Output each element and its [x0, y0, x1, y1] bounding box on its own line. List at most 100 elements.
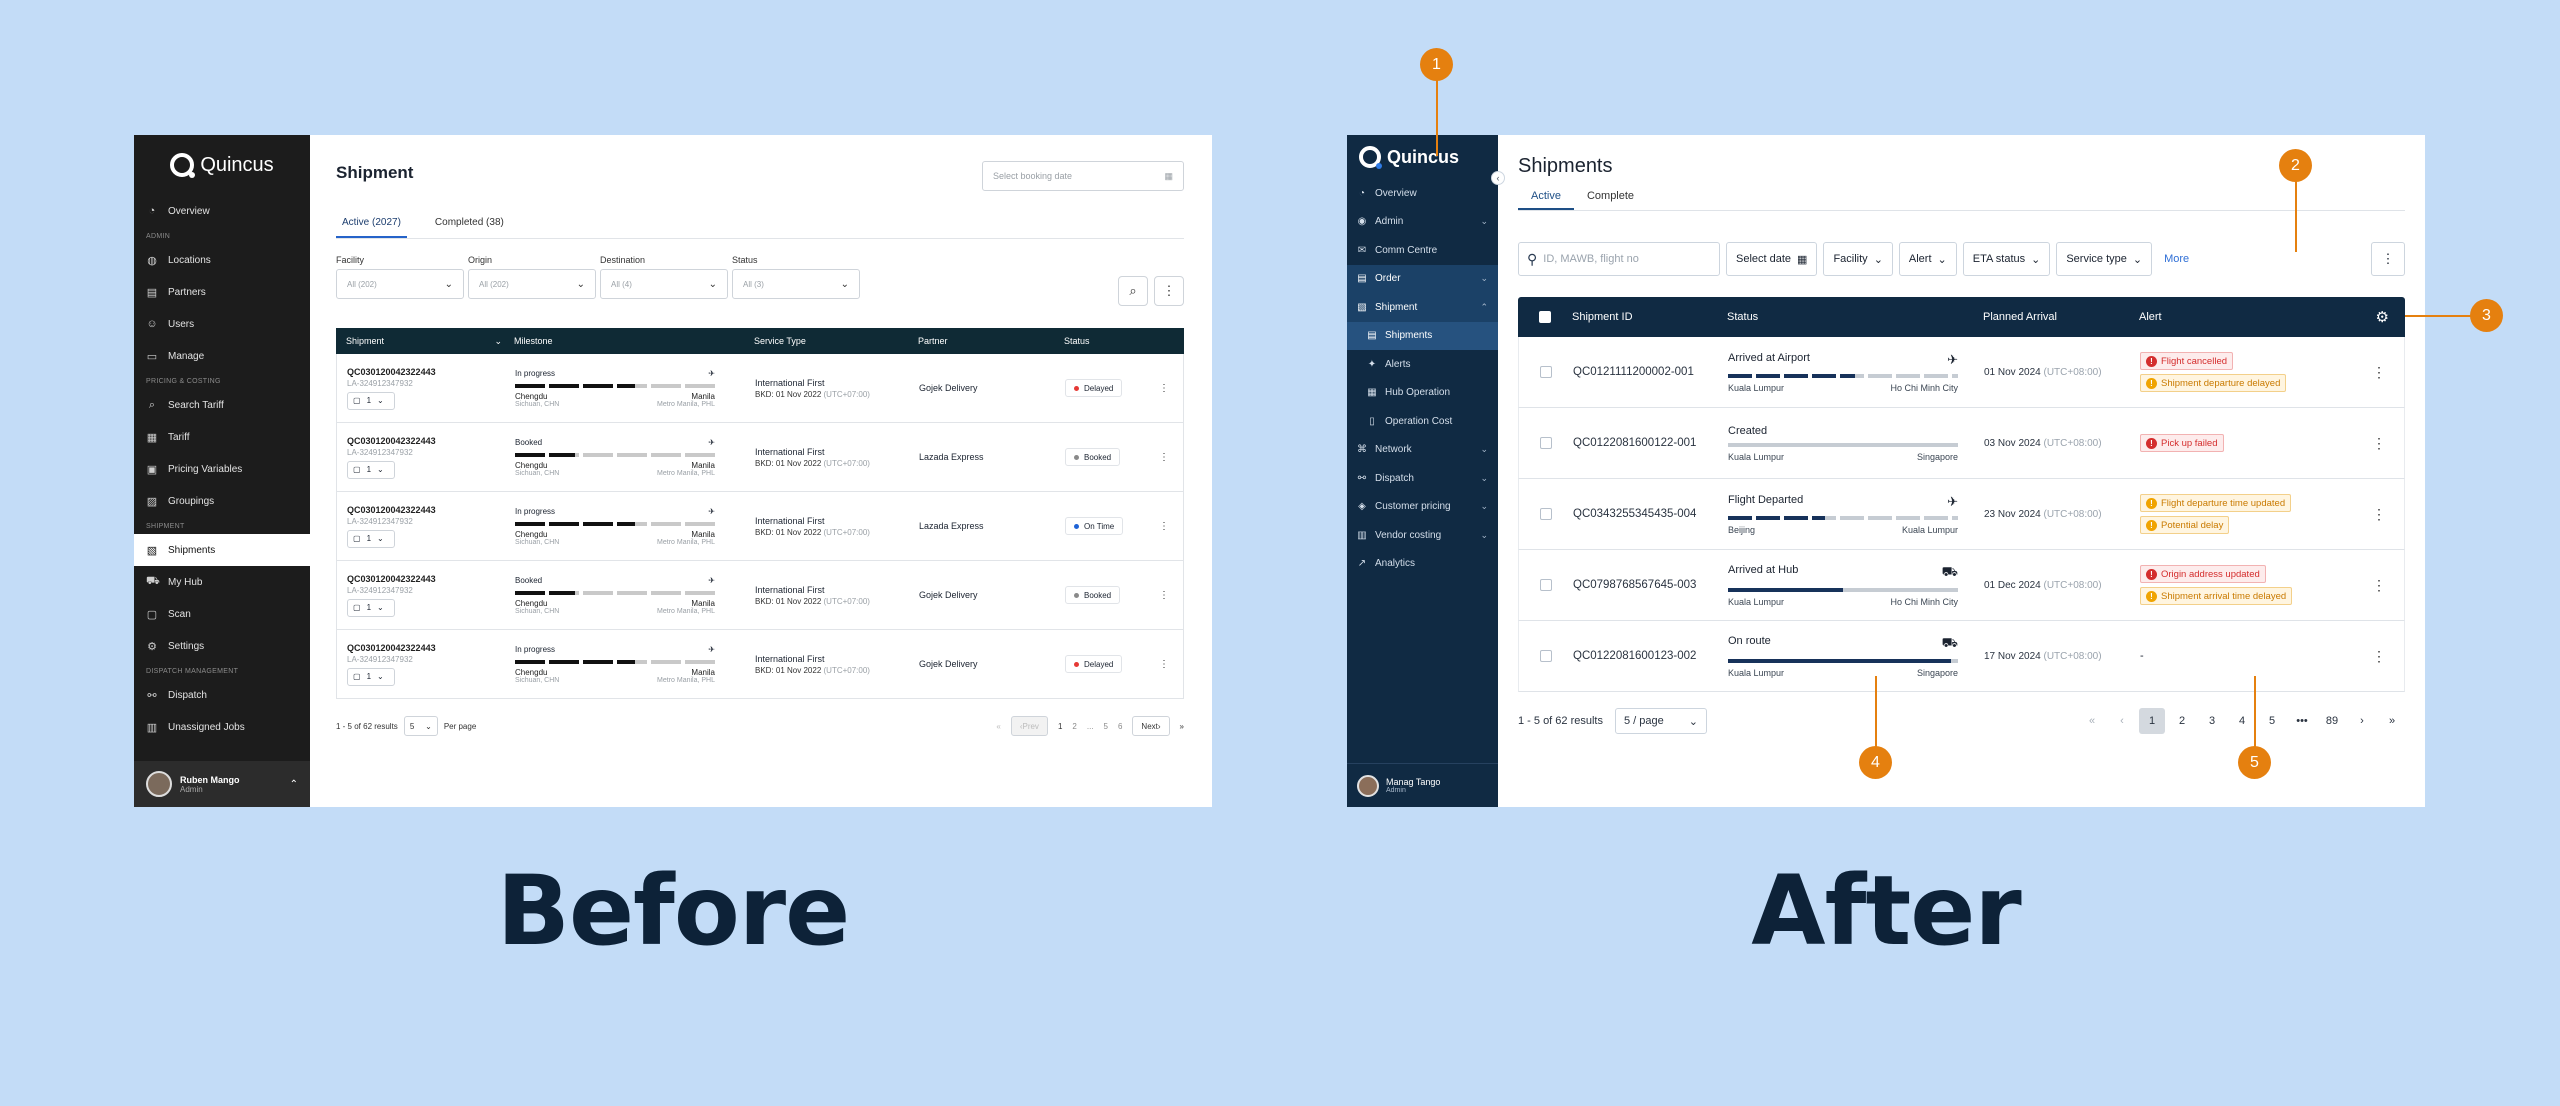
row-menu-icon[interactable]: ⋮ [2372, 577, 2386, 594]
row-checkbox[interactable] [1540, 437, 1552, 449]
per-page-select[interactable]: 5 ⌄ [403, 716, 438, 736]
select-all-checkbox[interactable] [1539, 311, 1551, 323]
row-checkbox[interactable] [1540, 508, 1552, 520]
page-number[interactable]: 2 [2169, 708, 2195, 734]
chevron-up-icon[interactable]: ⌃ [290, 779, 298, 790]
more-options-button[interactable]: ⋮ [1154, 276, 1184, 306]
quantity-select[interactable]: ▢ 1 ⌄ [347, 598, 395, 617]
prev-page-button[interactable]: ‹ Prev [1010, 716, 1048, 736]
filter-select[interactable]: All (202) ⌄ [336, 269, 464, 299]
row-menu-icon[interactable]: ⋮ [2372, 506, 2386, 523]
search-input[interactable]: ⚲ ID, MAWB, flight no [1518, 242, 1720, 276]
after-logo[interactable]: Quincus [1347, 135, 1498, 179]
sidebar-item[interactable]: ⚙ Settings [134, 630, 310, 662]
quantity-select[interactable]: ▢ 1 ⌄ [347, 391, 395, 410]
sidebar-item[interactable]: ✦ Alerts [1347, 350, 1498, 379]
quantity-select[interactable]: ▢ 1 ⌄ [347, 529, 395, 548]
row-checkbox[interactable] [1540, 579, 1552, 591]
table-row[interactable]: QC030120042322443 LA-324912347932 ▢ 1 ⌄ In… [336, 354, 1184, 423]
page-number[interactable]: 3 [2199, 708, 2225, 734]
table-row[interactable]: QC0343255345435-004 Flight Departed ✈ Bei… [1518, 479, 2405, 550]
row-checkbox[interactable] [1540, 650, 1552, 662]
page-number[interactable]: ... [1087, 722, 1094, 731]
table-row[interactable]: QC030120042322443 LA-324912347932 ▢ 1 ⌄ In… [336, 630, 1184, 699]
tab-active[interactable]: Active [1518, 187, 1574, 210]
table-row[interactable]: QC030120042322443 LA-324912347932 ▢ 1 ⌄ Bo… [336, 423, 1184, 492]
sidebar-item[interactable]: ⚯ Dispatch ⌄ [1347, 464, 1498, 493]
shipment-id[interactable]: QC0121111200002-001 [1573, 366, 1728, 378]
gear-icon[interactable]: ⚙ [2376, 308, 2389, 326]
sidebar-item[interactable]: ⚯ Dispatch [134, 679, 310, 711]
page-number[interactable]: 5 [1104, 722, 1108, 731]
sidebar-item[interactable]: ◔ Overview [1347, 179, 1498, 208]
after-user-profile[interactable]: Manag Tango Admin [1347, 763, 1498, 807]
service-type-filter[interactable]: Service type ⌄ [2056, 242, 2153, 276]
page-number[interactable]: 2 [1072, 722, 1076, 731]
sidebar-item[interactable]: ▣ Pricing Variables [134, 453, 310, 485]
sidebar-item[interactable]: ▢ Scan [134, 598, 310, 630]
sidebar-item[interactable]: ▤ Order ⌄ [1347, 264, 1498, 293]
row-checkbox[interactable] [1540, 366, 1552, 378]
sidebar-item[interactable]: ☺ Users [134, 308, 310, 340]
sidebar-item[interactable]: ◉ Admin ⌄ [1347, 208, 1498, 237]
row-menu-icon[interactable]: ⋮ [2372, 364, 2386, 381]
quantity-select[interactable]: ▢ 1 ⌄ [347, 667, 395, 686]
quantity-select[interactable]: ▢ 1 ⌄ [347, 460, 395, 479]
sidebar-item[interactable]: ◔ Overview [134, 195, 310, 227]
before-logo[interactable]: Quincus [134, 135, 310, 195]
last-page-icon[interactable]: » [1180, 722, 1184, 731]
prev-page-icon[interactable]: ‹ [2109, 708, 2135, 734]
table-row[interactable]: QC0122081600122-001 Created Kuala Lumpur… [1518, 408, 2405, 479]
page-number[interactable]: 5 [2259, 708, 2285, 734]
sidebar-item[interactable]: ▥ Unassigned Jobs [134, 711, 310, 743]
shipment-id[interactable]: QC0122081600122-001 [1573, 437, 1728, 449]
sidebar-item[interactable]: ✉ Comm Centre [1347, 236, 1498, 265]
sidebar-item[interactable]: ⌘ Network ⌄ [1347, 436, 1498, 465]
last-page-icon[interactable]: » [2379, 708, 2405, 734]
table-row[interactable]: QC0121111200002-001 Arrived at Airport ✈ … [1518, 337, 2405, 408]
shipment-id[interactable]: QC0122081600123-002 [1573, 650, 1728, 662]
row-menu-icon[interactable]: ⋮ [1159, 521, 1169, 532]
table-row[interactable]: QC030120042322443 LA-324912347932 ▢ 1 ⌄ In… [336, 492, 1184, 561]
alert-filter[interactable]: Alert ⌄ [1898, 242, 1957, 276]
sidebar-item[interactable]: ⌕ Search Tariff [134, 389, 310, 421]
search-button[interactable]: ⌕ [1118, 276, 1148, 306]
filter-select[interactable]: All (3) ⌄ [732, 269, 860, 299]
sidebar-item[interactable]: ▭ Manage [134, 340, 310, 372]
row-menu-icon[interactable]: ⋮ [2372, 435, 2386, 452]
sidebar-item[interactable]: ▧ Shipment ⌃ [1347, 293, 1498, 322]
first-page-icon[interactable]: « [996, 722, 1000, 731]
booking-date-picker[interactable]: Select booking date ▦ [982, 161, 1184, 191]
page-number[interactable]: ••• [2289, 708, 2315, 734]
more-filters-link[interactable]: More [2158, 253, 2189, 265]
sidebar-item[interactable]: ▦ Hub Operation [1347, 379, 1498, 408]
page-number[interactable]: 1 [1058, 722, 1062, 731]
sidebar-item[interactable]: ▧ Shipments [134, 534, 310, 566]
row-menu-icon[interactable]: ⋮ [1159, 452, 1169, 463]
select-date-filter[interactable]: Select date ▦ [1726, 242, 1818, 276]
tab-complete[interactable]: Complete [1574, 187, 1647, 210]
row-menu-icon[interactable]: ⋮ [1159, 659, 1169, 670]
filter-select[interactable]: All (202) ⌄ [468, 269, 596, 299]
row-menu-icon[interactable]: ⋮ [2372, 648, 2386, 665]
collapse-sidebar-button[interactable]: ‹ [1491, 171, 1505, 185]
eta-status-filter[interactable]: ETA status ⌄ [1962, 242, 2051, 276]
sidebar-item[interactable]: ◍ Locations [134, 244, 310, 276]
sidebar-item[interactable]: ▤ Shipments [1347, 321, 1498, 350]
sidebar-item[interactable]: ⛟ My Hub [134, 566, 310, 598]
sidebar-item[interactable]: ▥ Vendor costing ⌄ [1347, 521, 1498, 550]
page-number[interactable]: 89 [2319, 708, 2345, 734]
sidebar-item[interactable]: ▨ Groupings [134, 485, 310, 517]
shipment-id[interactable]: QC0343255345435-004 [1573, 508, 1728, 520]
table-row[interactable]: QC030120042322443 LA-324912347932 ▢ 1 ⌄ Bo… [336, 561, 1184, 630]
page-number[interactable]: 4 [2229, 708, 2255, 734]
table-row[interactable]: QC0798768567645-003 Arrived at Hub ⛟ Kual… [1518, 550, 2405, 621]
sidebar-item[interactable]: ◈ Customer pricing ⌄ [1347, 493, 1498, 522]
before-user-profile[interactable]: Ruben Mango Admin ⌃ [134, 761, 310, 807]
next-page-icon[interactable]: › [2349, 708, 2375, 734]
facility-filter[interactable]: Facility ⌄ [1823, 242, 1893, 276]
more-options-button[interactable]: ⋮ [2371, 242, 2405, 276]
filter-select[interactable]: All (4) ⌄ [600, 269, 728, 299]
sidebar-item[interactable]: ↗ Analytics [1347, 550, 1498, 579]
first-page-icon[interactable]: « [2079, 708, 2105, 734]
